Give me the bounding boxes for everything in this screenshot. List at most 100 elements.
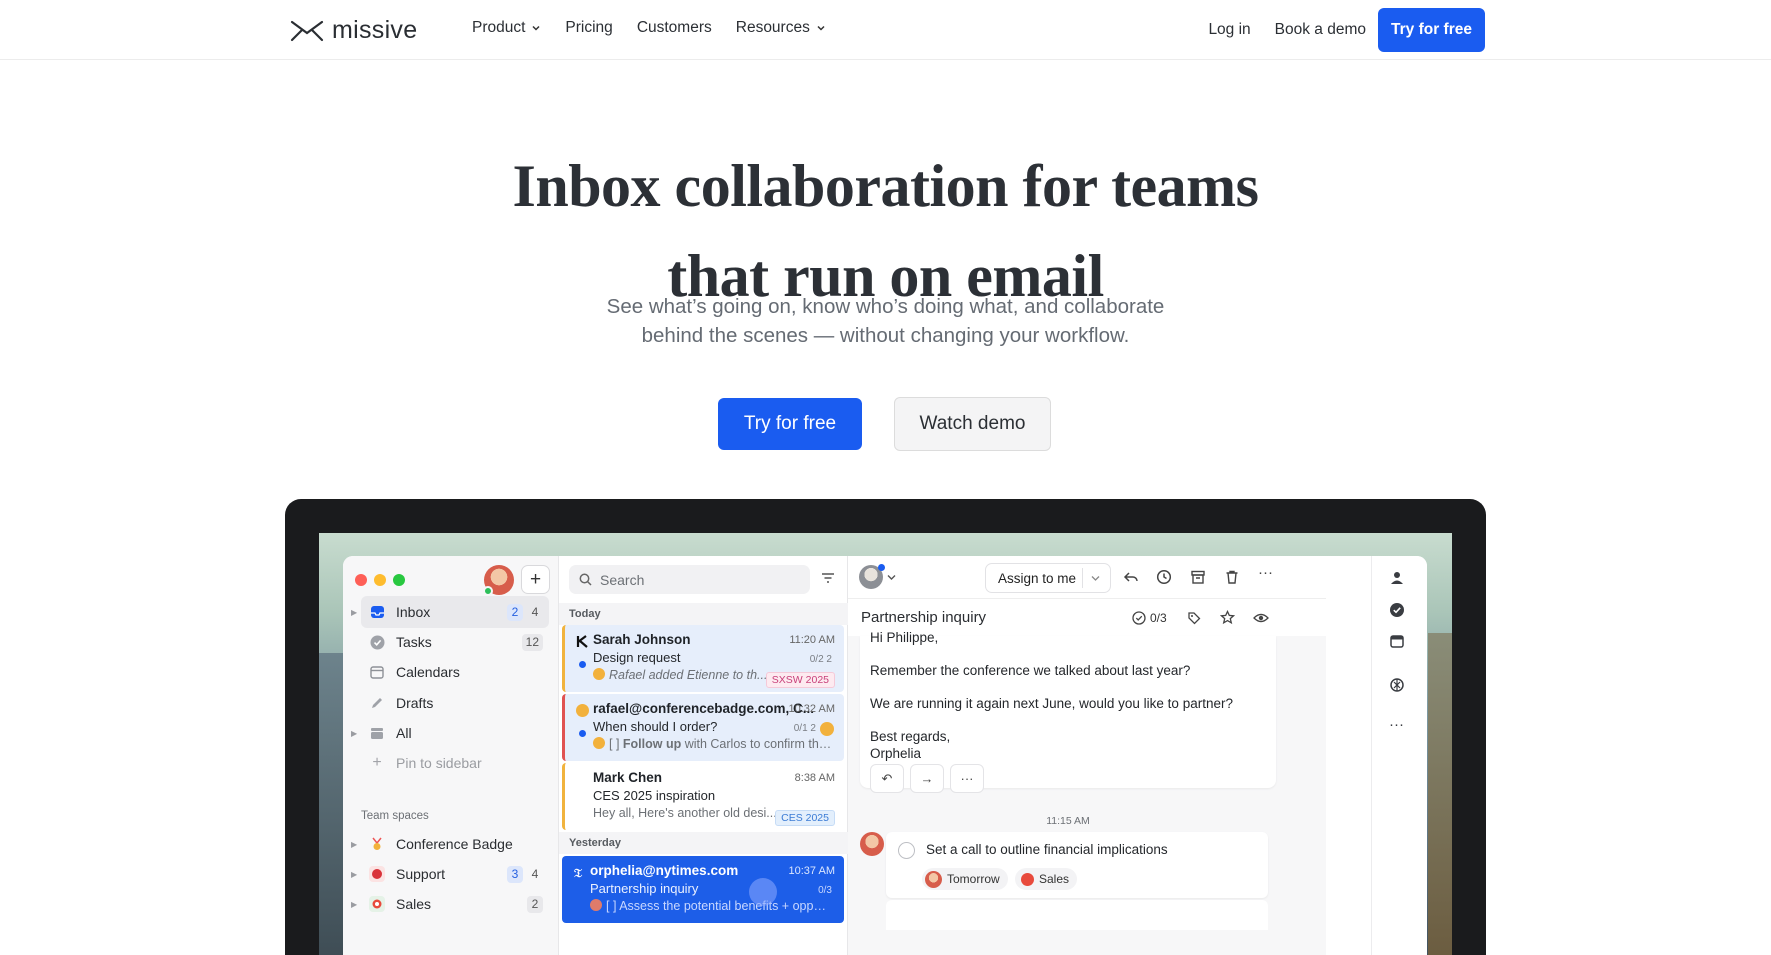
task-text: Set a call to outline financial implicat… — [926, 842, 1168, 857]
message-line: We are running it again next June, would… — [870, 696, 1233, 711]
nav-resources[interactable]: Resources — [736, 19, 826, 37]
tasks-rail-icon[interactable] — [1389, 602, 1405, 618]
window-controls — [355, 574, 405, 586]
label-tag[interactable]: SXSW 2025 — [765, 672, 835, 688]
snooze-clock-icon[interactable] — [1156, 569, 1172, 585]
divider — [1371, 556, 1372, 955]
avatar — [925, 870, 942, 888]
book-demo-link[interactable]: Book a demo — [1275, 21, 1366, 39]
task-progress[interactable]: 0/3 — [1132, 611, 1167, 625]
divider — [1082, 568, 1083, 588]
pin-to-sidebar[interactable]: + Pin to sidebar — [361, 747, 549, 779]
sidebar-item-conference-badge[interactable]: ▶ Conference Badge — [351, 828, 549, 860]
due-date-chip[interactable]: Tomorrow — [922, 868, 1008, 890]
conversation-list: Search Today Sarah Johnson 11:20 AM Desi… — [559, 556, 848, 955]
expand-caret-icon[interactable]: ▶ — [351, 900, 357, 909]
sidebar-item-all[interactable]: ▶ All — [351, 717, 549, 749]
preview-task: Follow up — [622, 737, 682, 751]
hero-subtitle: See what’s going on, know who’s doing wh… — [0, 292, 1771, 350]
expand-caret-icon[interactable]: ▶ — [351, 608, 357, 617]
nav-product-label: Product — [472, 19, 526, 36]
reply-icon: ↶ — [881, 771, 893, 786]
top-nav: missive Product Pricing Customers Resour… — [0, 0, 1771, 60]
eye-icon[interactable] — [1253, 611, 1269, 625]
total-count-badge: 4 — [531, 867, 539, 881]
mail-time: 10:32 AM — [788, 703, 835, 715]
trash-icon[interactable] — [1224, 569, 1240, 585]
maximize-window-icon[interactable] — [393, 574, 405, 586]
unread-count-badge: 3 — [507, 865, 523, 883]
sidebar-item-label: Inbox — [396, 604, 431, 620]
laptop-frame: + ▶ Inbox 2 4 Tasks 12 Calendars Drafts … — [285, 499, 1486, 955]
reply-button[interactable]: ↶ — [870, 764, 904, 793]
list-item[interactable]: Sarah Johnson 11:20 AM Design request 0/… — [562, 625, 844, 692]
openai-icon[interactable] — [1389, 677, 1405, 693]
sidebar-item-label: All — [396, 725, 412, 741]
sidebar-item-label: Calendars — [396, 664, 460, 680]
task-card-next — [886, 900, 1268, 930]
search-placeholder: Search — [600, 571, 645, 588]
archive-icon[interactable] — [1190, 569, 1206, 585]
close-window-icon[interactable] — [355, 574, 367, 586]
search-input[interactable]: Search — [569, 565, 810, 594]
chip-label: Tomorrow — [947, 872, 1000, 886]
minimize-window-icon[interactable] — [374, 574, 386, 586]
sidebar-item-tasks[interactable]: Tasks 12 — [361, 626, 549, 658]
task-checkbox[interactable] — [898, 842, 915, 859]
star-icon[interactable] — [1220, 610, 1235, 625]
assign-label: Assign to me — [998, 570, 1077, 586]
more-options-icon[interactable]: ··· — [1389, 716, 1405, 733]
sidebar: + ▶ Inbox 2 4 Tasks 12 Calendars Drafts … — [343, 556, 559, 955]
task-card: Set a call to outline financial implicat… — [886, 832, 1268, 898]
forward-button[interactable]: → — [910, 764, 944, 793]
more-options-icon[interactable]: ··· — [1258, 564, 1274, 581]
nav-pricing[interactable]: Pricing — [565, 19, 612, 37]
reply-icon[interactable] — [1123, 569, 1139, 585]
hero-title-line1: Inbox collaboration for teams — [512, 153, 1259, 219]
status-dot-icon — [878, 564, 885, 571]
nav-customers-label: Customers — [636, 19, 712, 36]
count-badge: 2 — [527, 895, 543, 913]
sidebar-item-drafts[interactable]: Drafts — [361, 687, 549, 719]
conversation-title: Partnership inquiry — [861, 609, 987, 626]
sidebar-item-label: Support — [396, 866, 446, 882]
expand-caret-icon[interactable]: ▶ — [351, 870, 357, 879]
compose-button[interactable]: + — [521, 565, 550, 594]
sidebar-item-sales[interactable]: ▶ Sales 2 — [351, 888, 549, 920]
nav-try-free-button[interactable]: Try for free — [1378, 8, 1485, 52]
team-chip[interactable]: Sales — [1015, 868, 1078, 890]
sidebar-item-calendars[interactable]: Calendars — [361, 656, 549, 688]
nav-customers[interactable]: Customers — [637, 19, 712, 37]
list-item[interactable]: rafael@conferencebadge.com, C... 10:32 A… — [562, 694, 844, 761]
assign-dropdown[interactable]: Assign to me — [985, 563, 1111, 593]
chevron-down-icon[interactable] — [887, 574, 896, 581]
sidebar-item-support[interactable]: ▶ Support 3 4 — [351, 858, 549, 890]
message-card: Hi Philippe, Remember the conference we … — [860, 630, 1276, 793]
contact-icon[interactable] — [1389, 570, 1405, 586]
hero-try-free-button[interactable]: Try for free — [718, 398, 862, 450]
calendar-icon[interactable] — [1389, 633, 1405, 649]
list-item[interactable]: Mark Chen 8:38 AM CES 2025 inspiration H… — [562, 763, 844, 830]
user-avatar[interactable] — [483, 565, 514, 596]
day-header-yesterday: Yesterday — [559, 832, 848, 854]
logo[interactable]: missive — [290, 16, 417, 45]
avatar — [593, 737, 605, 749]
list-item-selected[interactable]: 𝔗 orphelia@nytimes.com 10:37 AM Partners… — [562, 856, 844, 923]
unread-dot-icon — [579, 730, 586, 737]
task-count: 0/3 — [1150, 611, 1167, 625]
label-tag[interactable]: CES 2025 — [775, 810, 835, 826]
tag-icon[interactable] — [1187, 611, 1201, 625]
nav-product[interactable]: Product — [472, 19, 541, 37]
expand-caret-icon[interactable]: ▶ — [351, 729, 357, 738]
login-link[interactable]: Log in — [1208, 21, 1250, 39]
expand-caret-icon[interactable]: ▶ — [351, 840, 357, 849]
task-progress: 0/3 — [818, 885, 832, 896]
day-header-today: Today — [559, 603, 848, 625]
nav-links: Product Pricing Customers Resources — [472, 19, 850, 37]
sidebar-item-label: Conference Badge — [396, 836, 513, 852]
filter-icon[interactable] — [821, 572, 835, 584]
wallpaper-right — [1428, 633, 1452, 955]
sidebar-item-inbox[interactable]: ▶ Inbox 2 4 — [351, 596, 549, 628]
more-button[interactable]: ··· — [950, 764, 984, 793]
watch-demo-button[interactable]: Watch demo — [894, 397, 1051, 451]
